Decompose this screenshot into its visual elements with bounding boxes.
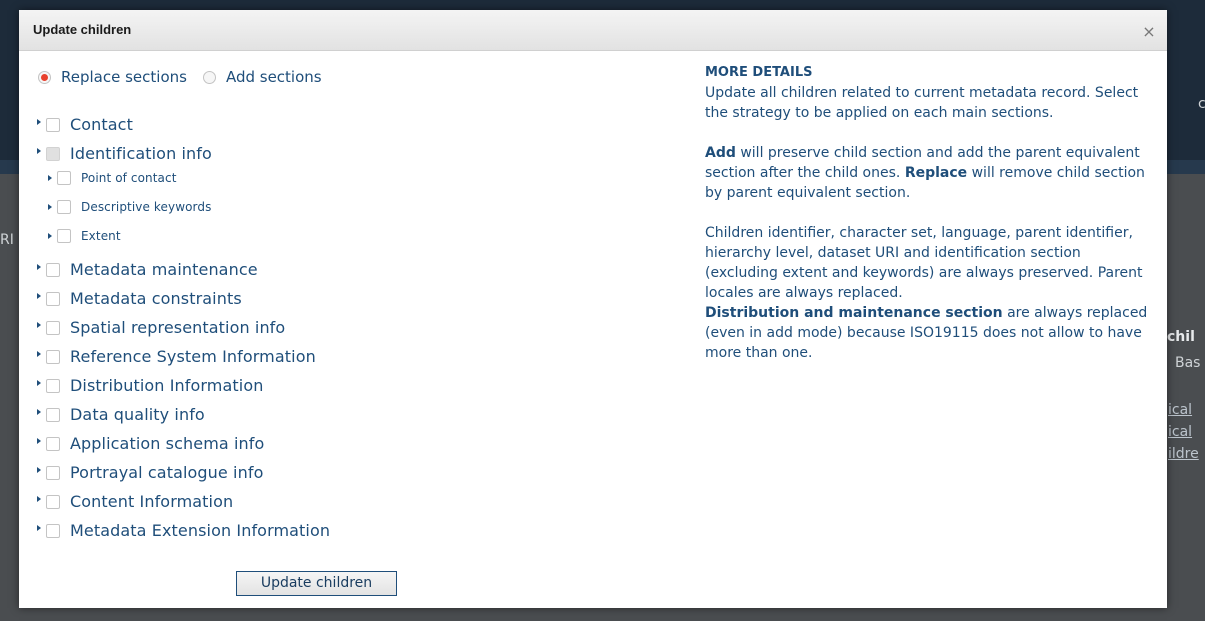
replace-sections-radio[interactable] bbox=[38, 70, 51, 84]
section-label: Reference System Information bbox=[70, 347, 316, 366]
section-label: Extent bbox=[81, 229, 121, 243]
section-label: Portrayal catalogue info bbox=[70, 463, 264, 482]
details-heading: MORE DETAILS bbox=[705, 65, 813, 80]
expand-arrow-icon[interactable] bbox=[37, 409, 41, 415]
section-checkbox[interactable] bbox=[57, 200, 71, 214]
expand-arrow-icon[interactable] bbox=[37, 148, 41, 154]
details-preserved-text: Children identifier, character set, lang… bbox=[705, 225, 1143, 301]
section-row-metadata-maintenance[interactable]: Metadata maintenance bbox=[37, 260, 258, 279]
section-checkbox[interactable] bbox=[46, 494, 60, 509]
section-label: Contact bbox=[70, 115, 133, 134]
background-link-fragment[interactable]: ical bbox=[1168, 424, 1192, 440]
expand-arrow-icon[interactable] bbox=[48, 233, 52, 239]
section-checkbox[interactable] bbox=[46, 117, 60, 132]
add-sections-radio[interactable] bbox=[202, 70, 216, 84]
section-label: Spatial representation info bbox=[70, 318, 286, 337]
expand-arrow-icon[interactable] bbox=[48, 204, 52, 210]
expand-arrow-icon[interactable] bbox=[37, 322, 41, 328]
dialog-header: Update children × bbox=[19, 10, 1167, 51]
details-intro: Update all children related to current m… bbox=[705, 85, 1139, 121]
expand-arrow-icon[interactable] bbox=[37, 264, 41, 270]
section-row-point-of-contact[interactable]: Point of contact bbox=[48, 171, 177, 185]
section-label: Distribution Information bbox=[70, 376, 264, 395]
expand-arrow-icon[interactable] bbox=[48, 175, 52, 181]
section-checkbox[interactable] bbox=[57, 229, 71, 243]
section-checkbox[interactable] bbox=[46, 378, 60, 393]
section-checkbox[interactable] bbox=[46, 349, 60, 364]
section-checkbox[interactable] bbox=[46, 320, 60, 335]
section-row-content-information[interactable]: Content Information bbox=[37, 492, 233, 511]
background-heading-fragment: chil bbox=[1167, 329, 1195, 345]
expand-arrow-icon[interactable] bbox=[37, 119, 41, 125]
section-checkbox[interactable] bbox=[46, 523, 60, 538]
details-distribution-text: Distribution and maintenance section are… bbox=[705, 303, 1155, 363]
expand-arrow-icon[interactable] bbox=[37, 496, 41, 502]
section-row-data-quality-info[interactable]: Data quality info bbox=[37, 405, 205, 424]
section-checkbox[interactable] bbox=[46, 407, 60, 422]
close-icon[interactable]: × bbox=[1141, 24, 1157, 40]
section-label: Content Information bbox=[70, 492, 234, 511]
replace-keyword: Replace bbox=[904, 165, 968, 181]
section-row-portrayal-catalogue-info[interactable]: Portrayal catalogue info bbox=[37, 463, 263, 482]
dialog-title: Update children bbox=[33, 22, 132, 37]
replace-sections-label[interactable]: Replace sections bbox=[61, 68, 187, 86]
add-sections-label[interactable]: Add sections bbox=[226, 68, 322, 86]
section-row-spatial-representation-info[interactable]: Spatial representation info bbox=[37, 318, 285, 337]
expand-arrow-icon[interactable] bbox=[37, 293, 41, 299]
expand-arrow-icon[interactable] bbox=[37, 380, 41, 386]
section-label: Descriptive keywords bbox=[81, 200, 212, 214]
distribution-keyword: Distribution and maintenance section bbox=[705, 305, 1003, 321]
section-row-metadata-extension-information[interactable]: Metadata Extension Information bbox=[37, 521, 330, 540]
section-row-extent[interactable]: Extent bbox=[48, 229, 121, 243]
section-label: Metadata maintenance bbox=[70, 260, 258, 279]
section-checkbox[interactable] bbox=[46, 465, 60, 480]
background-link-fragment[interactable]: ical bbox=[1168, 402, 1192, 418]
expand-arrow-icon[interactable] bbox=[37, 351, 41, 357]
section-checkbox[interactable] bbox=[46, 436, 60, 451]
section-row-distribution-information[interactable]: Distribution Information bbox=[37, 376, 263, 395]
background-text-fragment: RI bbox=[0, 232, 14, 248]
details-panel: MORE DETAILS Update all children related… bbox=[705, 63, 1155, 363]
section-row-identification-info[interactable]: Identification info bbox=[37, 144, 212, 163]
section-label: Metadata constraints bbox=[70, 289, 242, 308]
section-label: Identification info bbox=[70, 144, 212, 163]
section-label: Data quality info bbox=[70, 405, 205, 424]
section-row-application-schema-info[interactable]: Application schema info bbox=[37, 434, 264, 453]
add-keyword: Add bbox=[705, 145, 736, 161]
section-row-metadata-constraints[interactable]: Metadata constraints bbox=[37, 289, 242, 308]
section-checkbox[interactable] bbox=[46, 262, 60, 277]
section-label: Metadata Extension Information bbox=[70, 521, 331, 540]
section-row-reference-system-information[interactable]: Reference System Information bbox=[37, 347, 316, 366]
section-row-descriptive-keywords[interactable]: Descriptive keywords bbox=[48, 200, 211, 214]
details-strategy-text: Add will preserve child section and add … bbox=[705, 143, 1155, 203]
section-row-contact[interactable]: Contact bbox=[37, 115, 133, 134]
expand-arrow-icon[interactable] bbox=[37, 525, 41, 531]
section-label: Point of contact bbox=[81, 171, 177, 185]
section-checkbox[interactable] bbox=[46, 146, 60, 161]
expand-arrow-icon[interactable] bbox=[37, 438, 41, 444]
update-children-button[interactable]: Update children bbox=[236, 571, 397, 596]
expand-arrow-icon[interactable] bbox=[37, 467, 41, 473]
background-link-fragment[interactable]: ildre bbox=[1168, 446, 1199, 462]
section-checkbox[interactable] bbox=[57, 171, 71, 185]
strategy-radio-group: Replace sections Add sections bbox=[38, 66, 338, 88]
section-checkbox[interactable] bbox=[46, 291, 60, 306]
update-children-dialog: Update children × Replace sections Add s… bbox=[19, 10, 1167, 608]
section-label: Application schema info bbox=[70, 434, 265, 453]
background-text-fragment: c bbox=[1198, 96, 1205, 112]
background-text-fragment: Bas bbox=[1175, 355, 1201, 371]
